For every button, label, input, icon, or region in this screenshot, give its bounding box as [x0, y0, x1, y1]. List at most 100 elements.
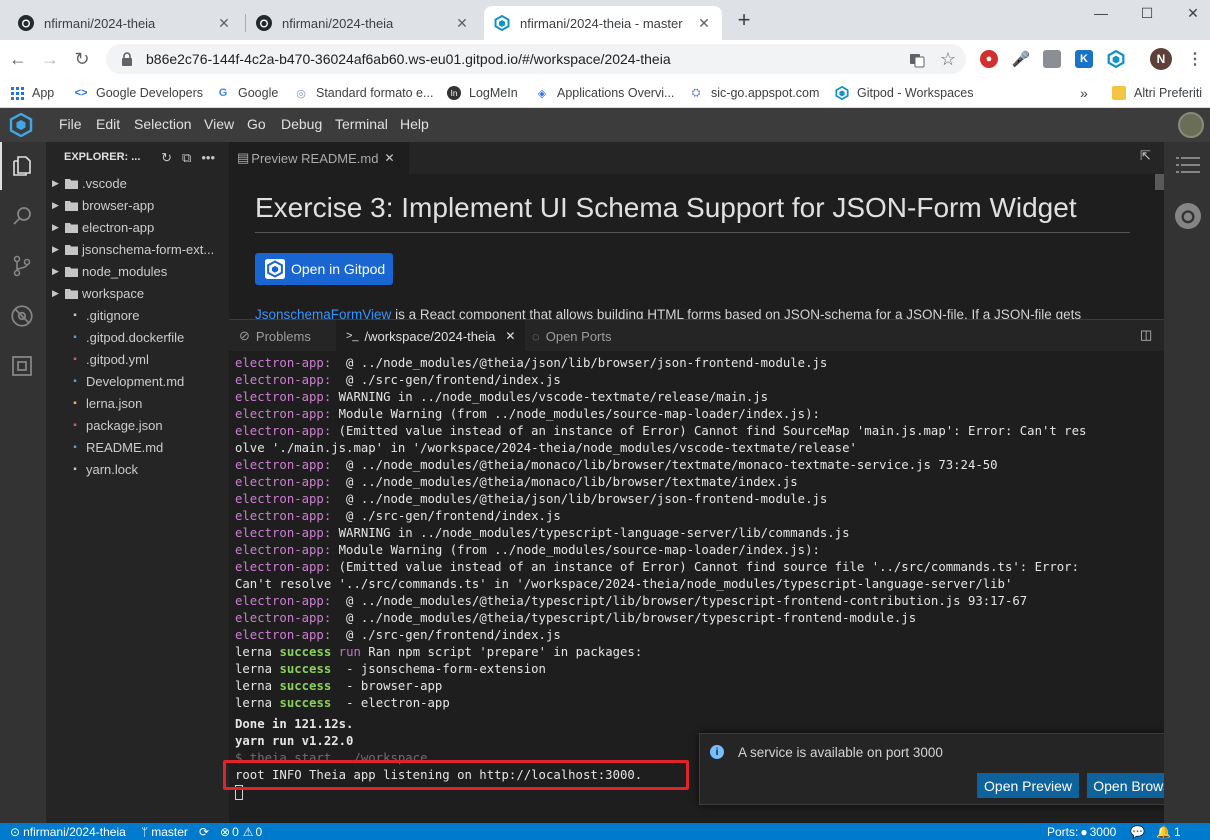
menu-go[interactable]: Go	[247, 116, 266, 132]
browser-tab-strip: nfirmani/2024-theia ✕ nfirmani/2024-thei…	[0, 0, 1210, 40]
translate-icon[interactable]	[908, 51, 926, 69]
record-extension-icon[interactable]: ●	[980, 50, 998, 68]
menu-selection[interactable]: Selection	[134, 116, 192, 132]
problems-status[interactable]: ⊗ 0 ⚠ 0	[220, 824, 262, 839]
star-icon[interactable]: ☆	[939, 49, 957, 69]
address-bar[interactable]: b86e2c76-144f-4c2a-b470-36024af6ab60.ws-…	[106, 44, 966, 74]
tree-item-label: .gitpod.dockerfile	[86, 329, 185, 345]
refresh-icon[interactable]: ↻	[161, 150, 172, 166]
tab-open-ports[interactable]: ◌ Open Ports	[532, 320, 612, 352]
more-bookmarks-icon[interactable]: »	[1080, 83, 1088, 103]
close-icon[interactable]: ✕	[505, 329, 515, 343]
collapse-all-icon[interactable]: ⧉	[182, 150, 191, 166]
browser-tab-2[interactable]: nfirmani/2024-theia ✕	[246, 6, 480, 40]
sync-icon[interactable]: ⟳	[199, 824, 209, 839]
tree-folder[interactable]: ▶ electron-app	[46, 216, 229, 238]
preview-icon: ▤	[237, 150, 250, 165]
close-icon[interactable]: ✕	[384, 151, 394, 165]
tree-file[interactable]: ▪ .gitignore	[46, 304, 229, 326]
bookmark-google[interactable]: G Google	[216, 83, 279, 103]
tree-file[interactable]: ▪ .gitpod.yml	[46, 348, 229, 370]
split-panel-icon[interactable]: ◫	[1140, 327, 1152, 343]
reload-button[interactable]: ↻	[70, 47, 94, 71]
debug-icon[interactable]	[8, 302, 36, 330]
tree-folder[interactable]: ▶ browser-app	[46, 194, 229, 216]
source-control-icon[interactable]	[8, 252, 36, 280]
close-icon[interactable]: ✕	[216, 15, 232, 32]
paragraph-text: is a React component that allows buildin…	[391, 307, 1082, 319]
tree-file[interactable]: ▪ README.md	[46, 436, 229, 458]
more-icon[interactable]: •••	[201, 150, 215, 166]
bookmark-google-developers[interactable]: <> Google Developers	[74, 83, 203, 103]
line-text: @ ./src-gen/frontend/index.js	[331, 373, 561, 387]
tree-file[interactable]: ▪ .gitpod.dockerfile	[46, 326, 229, 348]
menu-file[interactable]: File	[59, 116, 82, 132]
chevron-right-icon[interactable]: ▶	[52, 266, 64, 277]
chevron-right-icon[interactable]: ▶	[52, 288, 64, 299]
new-tab-button[interactable]: +	[733, 9, 755, 32]
extensions-icon[interactable]	[8, 352, 36, 380]
minimize-button[interactable]: —	[1078, 0, 1124, 26]
close-icon[interactable]: ✕	[454, 15, 470, 32]
chat-icon[interactable]: 💬	[1130, 824, 1145, 839]
ports-status[interactable]: Ports: ● 3000	[1047, 824, 1116, 839]
tree-file[interactable]: ▪ lerna.json	[46, 392, 229, 414]
line-prefix: electron-app:	[235, 458, 332, 472]
microphone-icon[interactable]: 🎤	[1012, 50, 1031, 68]
tree-item-label: README.md	[86, 439, 164, 455]
gitpod-extension-icon[interactable]	[1107, 50, 1125, 68]
menu-debug[interactable]: Debug	[281, 116, 322, 132]
bookmark-applications-overview[interactable]: ◈ Applications Overvi...	[535, 83, 675, 103]
jsonschemaformview-link[interactable]: JsonschemaFormView	[255, 307, 391, 319]
tree-folder[interactable]: ▶ workspace	[46, 282, 229, 304]
github-icon[interactable]	[1174, 202, 1202, 230]
repo-status[interactable]: ⊙ nfirmani/2024-theia	[10, 824, 126, 839]
port-dot-icon: ●	[1080, 824, 1088, 839]
menu-edit[interactable]: Edit	[96, 116, 120, 132]
chevron-right-icon[interactable]: ▶	[52, 200, 64, 211]
tree-file[interactable]: ▪ yarn.lock	[46, 458, 229, 480]
tree-folder[interactable]: ▶ node_modules	[46, 260, 229, 282]
chevron-right-icon[interactable]: ▶	[52, 222, 64, 233]
tab-terminal[interactable]: >_ /workspace/2024-theia ✕	[336, 320, 526, 352]
tree-file[interactable]: ▪ Development.md	[46, 370, 229, 392]
tab-preview-readme[interactable]: ▤ Preview README.md ✕	[229, 142, 409, 174]
bookmark-standard-formato[interactable]: ◎ Standard formato e...	[294, 83, 433, 103]
close-icon[interactable]: ✕	[696, 15, 712, 32]
tree-folder[interactable]: ▶ .vscode	[46, 172, 229, 194]
menu-terminal[interactable]: Terminal	[335, 116, 388, 132]
forward-button[interactable]: →	[38, 47, 62, 71]
open-source-icon[interactable]: ⇱	[1140, 148, 1151, 164]
bookmark-logmein[interactable]: In LogMeIn	[447, 83, 518, 103]
bookmark-apps[interactable]: App	[10, 83, 54, 103]
browser-tab-1[interactable]: nfirmani/2024-theia ✕	[8, 6, 242, 40]
bookmark-sic-go[interactable]: ⛭ sic-go.appspot.com	[689, 83, 820, 103]
bookmark-gitpod-workspaces[interactable]: Gitpod - Workspaces	[835, 83, 973, 103]
cube-extension-icon[interactable]	[1043, 50, 1061, 68]
more-menu-icon[interactable]: ⋮	[1186, 50, 1204, 68]
tab-problems[interactable]: ⊘ Problems	[239, 320, 311, 352]
branch-status[interactable]: ᛘ master	[141, 824, 188, 839]
explorer-files-icon[interactable]	[8, 152, 36, 180]
back-button[interactable]: ←	[6, 47, 30, 71]
other-bookmarks[interactable]: Altri Preferiti	[1112, 83, 1202, 103]
user-avatar[interactable]	[1178, 112, 1204, 138]
browser-tab-3-active[interactable]: nfirmani/2024-theia - master ✕	[484, 6, 722, 40]
tree-file[interactable]: ▪ package.json	[46, 414, 229, 436]
search-icon[interactable]	[8, 202, 36, 230]
open-in-gitpod-button[interactable]: Open in Gitpod	[255, 253, 393, 285]
open-preview-button[interactable]: Open Preview	[977, 773, 1079, 798]
preview-scrollbar[interactable]	[1155, 174, 1164, 190]
error-icon: ⊗	[220, 824, 231, 839]
close-window-button[interactable]: ✕	[1170, 0, 1210, 26]
chevron-right-icon[interactable]: ▶	[52, 244, 64, 255]
chevron-right-icon[interactable]: ▶	[52, 178, 64, 189]
k-extension-icon[interactable]: K	[1075, 50, 1093, 68]
profile-avatar[interactable]: N	[1150, 48, 1172, 70]
tree-folder[interactable]: ▶ jsonschema-form-ext...	[46, 238, 229, 260]
maximize-button[interactable]: ☐	[1124, 0, 1170, 26]
outline-list-icon[interactable]	[1174, 152, 1202, 180]
menu-view[interactable]: View	[204, 116, 234, 132]
notifications-status[interactable]: 🔔 1	[1156, 824, 1181, 839]
menu-help[interactable]: Help	[400, 116, 429, 132]
